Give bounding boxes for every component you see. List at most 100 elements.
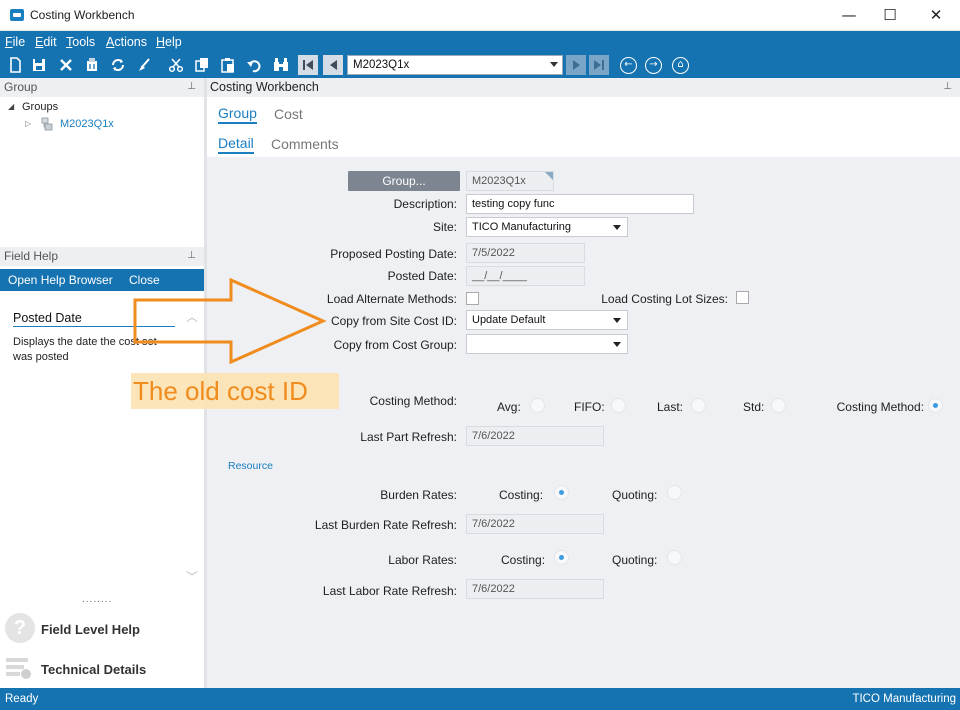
proposed-posting-date-field: 7/5/2022 xyxy=(466,243,585,263)
burden-quoting-radio[interactable] xyxy=(667,485,682,500)
menu-help[interactable]: Help xyxy=(156,35,182,49)
chevron-down-icon xyxy=(550,62,558,67)
new-icon[interactable] xyxy=(6,56,24,74)
last-labor-rate-refresh-label: Last Labor Rate Refresh: xyxy=(322,584,457,598)
splitter-grip[interactable]: ........ xyxy=(82,594,112,605)
last-part-refresh-field: 7/6/2022 xyxy=(466,426,604,446)
load-alternate-methods-checkbox[interactable] xyxy=(466,292,479,305)
question-icon: ? xyxy=(5,613,35,643)
proposed-posting-date-label: Proposed Posting Date: xyxy=(330,247,457,261)
menu-tools[interactable]: Tools xyxy=(66,35,95,49)
group-key-value: M2023Q1x xyxy=(353,59,410,71)
field-level-help-link[interactable]: Field Level Help xyxy=(41,622,140,637)
group-panel-header: Group ⊥ xyxy=(0,78,204,97)
last-record-button[interactable] xyxy=(589,55,609,75)
annotation-text: The old cost ID xyxy=(133,376,308,406)
site-select[interactable]: TICO Manufacturing xyxy=(466,217,628,237)
last-burden-rate-refresh-field: 7/6/2022 xyxy=(466,514,604,534)
scroll-down-icon[interactable]: ﹀ xyxy=(186,568,198,585)
method-costing-method-radio[interactable] xyxy=(928,398,943,413)
method-fifo-radio[interactable] xyxy=(611,398,626,413)
pin-icon[interactable]: ⊥ xyxy=(187,81,196,92)
tree-root-groups[interactable]: Groups xyxy=(22,101,58,113)
status-site: TICO Manufacturing xyxy=(852,693,956,705)
open-help-browser-link[interactable]: Open Help Browser xyxy=(8,273,113,287)
menu-file[interactable]: File xyxy=(5,35,25,49)
method-last-radio[interactable] xyxy=(691,398,706,413)
copy-from-site-cost-id-select[interactable]: Update Default xyxy=(466,310,628,330)
chevron-down-icon xyxy=(613,225,621,230)
tab-comments[interactable]: Comments xyxy=(271,136,339,152)
pin-icon[interactable]: ⊥ xyxy=(943,81,952,92)
menu-actions[interactable]: Actions xyxy=(106,35,147,49)
pin-icon[interactable]: ⊥ xyxy=(187,250,196,261)
site-label: Site: xyxy=(432,220,457,234)
previous-record-button[interactable] xyxy=(323,55,343,75)
group-search-button[interactable]: Group... xyxy=(348,171,460,191)
site-value: TICO Manufacturing xyxy=(472,221,572,233)
brush-icon[interactable] xyxy=(135,56,153,74)
maximize-button[interactable]: ☐ xyxy=(879,5,901,25)
group-key-select[interactable]: M2023Q1x xyxy=(347,55,563,75)
description-input[interactable]: testing copy func xyxy=(466,194,694,214)
burden-costing-radio[interactable] xyxy=(554,485,569,500)
method-avg-label: Avg: xyxy=(497,400,521,414)
copy-icon[interactable] xyxy=(193,56,211,74)
collapse-arrow-icon[interactable]: ◢ xyxy=(8,102,14,111)
last-part-refresh-label: Last Part Refresh: xyxy=(360,430,457,444)
forward-icon[interactable]: → xyxy=(645,57,662,74)
technical-details-link[interactable]: Technical Details xyxy=(41,662,146,677)
cut-icon[interactable] xyxy=(167,56,185,74)
binoculars-icon[interactable] xyxy=(272,56,290,74)
main-title: Costing Workbench xyxy=(210,80,319,94)
tab-group[interactable]: Group xyxy=(218,105,257,124)
labor-quoting-radio[interactable] xyxy=(667,550,682,565)
group-node-icon xyxy=(41,117,53,131)
method-avg-radio[interactable] xyxy=(530,398,545,413)
load-costing-lot-sizes-checkbox[interactable] xyxy=(736,291,749,304)
clear-icon[interactable] xyxy=(83,56,101,74)
group-panel-title: Group xyxy=(4,80,38,94)
burden-rates-label: Burden Rates: xyxy=(380,488,457,502)
technical-details-icon xyxy=(6,658,31,679)
refresh-icon[interactable] xyxy=(109,56,127,74)
save-icon[interactable] xyxy=(30,56,48,74)
paste-icon[interactable] xyxy=(219,56,237,74)
method-fifo-label: FIFO: xyxy=(574,400,605,414)
home-icon[interactable]: ⌂ xyxy=(672,57,689,74)
close-window-button[interactable]: ✕ xyxy=(925,5,947,25)
sub-tabs: Detail Comments xyxy=(207,127,960,157)
next-record-button[interactable] xyxy=(566,55,586,75)
labor-costing-radio[interactable] xyxy=(554,550,569,565)
group-id-value: M2023Q1x xyxy=(472,175,526,187)
chevron-down-icon xyxy=(613,318,621,323)
labor-rates-label: Labor Rates: xyxy=(388,553,457,567)
top-tabs: Group Cost xyxy=(207,97,960,127)
tab-cost[interactable]: Cost xyxy=(274,106,303,122)
description-label: Description: xyxy=(393,197,457,211)
copy-from-cost-group-select[interactable] xyxy=(466,334,628,354)
status-text: Ready xyxy=(5,693,39,705)
toolbar: M2023Q1x ← → ⌂ xyxy=(0,53,960,78)
back-icon[interactable]: ← xyxy=(620,57,637,74)
tab-detail[interactable]: Detail xyxy=(218,135,254,154)
copy-from-cost-group-label: Copy from Cost Group: xyxy=(333,338,457,352)
undo-icon[interactable] xyxy=(245,56,263,74)
last-burden-rate-refresh-label: Last Burden Rate Refresh: xyxy=(314,518,457,532)
burden-quoting-label: Quoting: xyxy=(612,488,658,502)
status-bar: Ready TICO Manufacturing xyxy=(0,688,960,710)
delete-icon[interactable] xyxy=(57,56,75,74)
minimize-button[interactable]: — xyxy=(838,5,860,25)
load-costing-lot-sizes-label: Load Costing Lot Sizes: xyxy=(601,292,728,306)
expand-arrow-icon[interactable]: ▷ xyxy=(25,119,31,128)
load-alternate-methods-label: Load Alternate Methods: xyxy=(326,292,457,306)
method-std-radio[interactable] xyxy=(771,398,786,413)
posted-date-field: __/__/____ xyxy=(466,266,585,286)
field-help-header: Field Help ⊥ xyxy=(0,247,204,266)
tree-item-m2023q1x[interactable]: M2023Q1x xyxy=(60,118,114,130)
menu-edit[interactable]: Edit xyxy=(35,35,57,49)
window-title: Costing Workbench xyxy=(30,8,135,22)
first-record-button[interactable] xyxy=(298,55,318,75)
last-labor-rate-refresh-field: 7/6/2022 xyxy=(466,579,604,599)
group-id-field: M2023Q1x xyxy=(466,171,554,191)
